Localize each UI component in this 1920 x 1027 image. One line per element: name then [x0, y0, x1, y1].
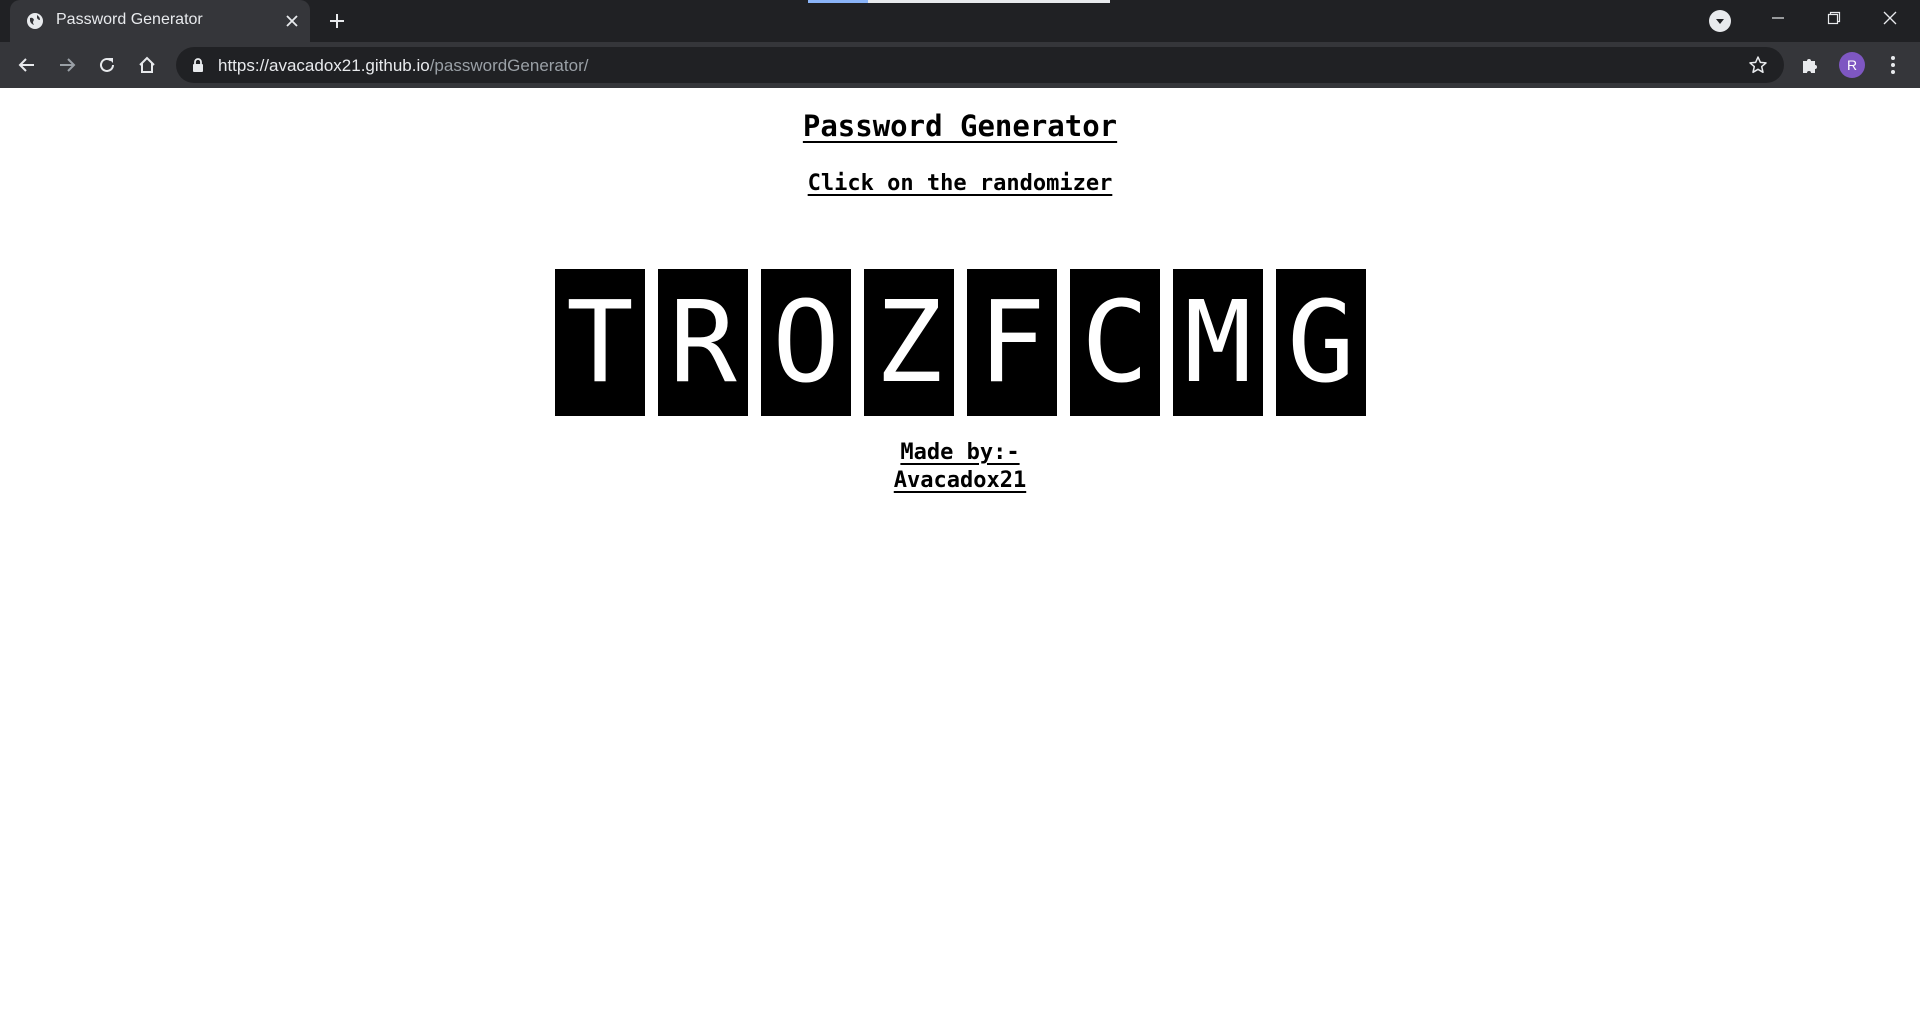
tab-strip-highlight: [868, 0, 1110, 3]
url-host: https://avacadox21.github.io: [218, 56, 430, 75]
home-icon[interactable]: [133, 51, 161, 79]
more-vertical-icon[interactable]: [1880, 52, 1906, 78]
close-icon[interactable]: [282, 11, 302, 31]
reload-icon[interactable]: [93, 51, 121, 79]
restore-icon[interactable]: [1806, 0, 1862, 36]
avatar[interactable]: R: [1839, 52, 1865, 78]
star-icon[interactable]: [1748, 55, 1768, 75]
tab-title: Password Generator: [56, 11, 203, 28]
browser-titlebar: Password Generator: [0, 0, 1920, 42]
tab-strip-accent: [808, 0, 868, 3]
arrow-right-icon[interactable]: [53, 51, 81, 79]
url-text: https://avacadox21.github.io/passwordGen…: [218, 56, 588, 76]
globe-icon: [27, 13, 43, 29]
lock-icon[interactable]: [190, 57, 206, 73]
page-subtitle: Click on the randomizer: [807, 171, 1113, 196]
close-icon[interactable]: [1862, 0, 1918, 36]
credits: Made by:- Avacadox21: [0, 439, 1920, 495]
credit-label: Made by:-: [900, 440, 1020, 465]
plus-icon[interactable]: [326, 10, 348, 32]
page-viewport: Password Generator Click on the randomiz…: [0, 89, 1920, 1027]
password-char-box[interactable]: O: [761, 269, 851, 416]
browser-toolbar: https://avacadox21.github.io/passwordGen…: [0, 42, 1920, 88]
avatar-initial: R: [1846, 57, 1858, 73]
chevron-down-icon[interactable]: [1709, 10, 1731, 32]
password-char-box[interactable]: R: [658, 269, 748, 416]
password-char-box[interactable]: F: [967, 269, 1057, 416]
browser-tab-active[interactable]: Password Generator: [10, 0, 310, 42]
page-title: Password Generator: [802, 109, 1118, 143]
url-path: /passwordGenerator/: [429, 56, 589, 75]
address-bar[interactable]: https://avacadox21.github.io/passwordGen…: [176, 47, 1784, 83]
password-char-box[interactable]: Z: [864, 269, 954, 416]
password-char-box[interactable]: C: [1070, 269, 1160, 416]
credit-author: Avacadox21: [893, 468, 1027, 493]
password-char-box[interactable]: T: [555, 269, 645, 416]
password-char-box[interactable]: G: [1276, 269, 1366, 416]
minimize-icon[interactable]: [1750, 0, 1806, 36]
password-char-box[interactable]: M: [1173, 269, 1263, 416]
password-display: T R O Z F C M G: [555, 269, 1366, 416]
arrow-left-icon[interactable]: [13, 51, 41, 79]
puzzle-icon[interactable]: [1797, 52, 1823, 78]
